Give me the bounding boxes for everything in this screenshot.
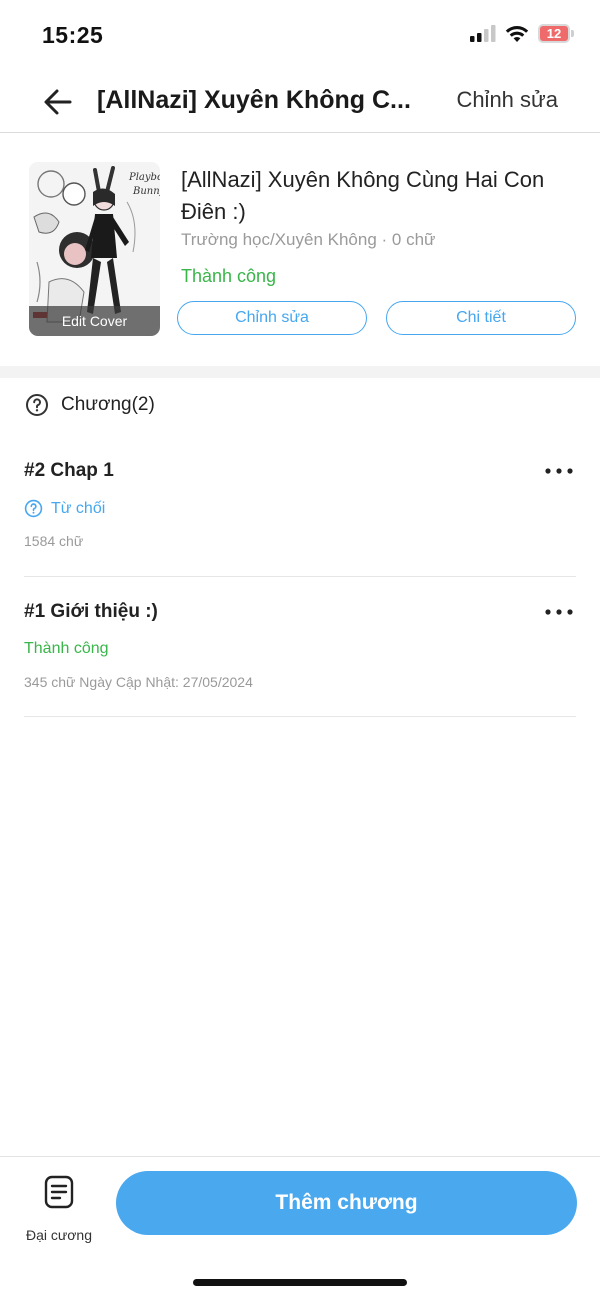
chapter-status: Thành công bbox=[24, 640, 109, 657]
outline-document-icon bbox=[44, 1175, 74, 1209]
question-circle-icon[interactable] bbox=[25, 393, 49, 417]
more-options-icon[interactable] bbox=[542, 599, 576, 625]
nav-title: [AllNazi] Xuyên Không C... bbox=[97, 86, 411, 114]
chapter-status-row: Từ chối bbox=[24, 499, 105, 518]
chapters-header: Chương(2) bbox=[25, 393, 155, 417]
battery-icon: 12 bbox=[538, 24, 574, 43]
section-divider bbox=[0, 366, 600, 378]
cover-handwriting-1: Playboy bbox=[128, 172, 160, 183]
status-time: 15:25 bbox=[42, 22, 104, 48]
chapter-meta: 1584 chữ bbox=[24, 533, 84, 549]
nav-bar: [AllNazi] Xuyên Không C... Chỉnh sửa bbox=[0, 70, 600, 133]
story-status: Thành công bbox=[181, 266, 277, 286]
edit-story-button[interactable]: Chỉnh sửa bbox=[177, 301, 367, 335]
story-meta: Trường học/Xuyên Không · 0 chữ bbox=[181, 230, 436, 249]
chapter-title: #2 Chap 1 bbox=[24, 460, 114, 481]
status-icons: 12 bbox=[470, 24, 574, 43]
back-arrow-icon[interactable] bbox=[40, 84, 76, 120]
chapter-status-row: Thành công bbox=[24, 640, 109, 658]
more-options-icon[interactable] bbox=[542, 458, 576, 484]
chapter-item[interactable]: #1 Giới thiệu :) Thành công 345 chữ Ngày… bbox=[24, 601, 576, 717]
chapter-item[interactable]: #2 Chap 1 Từ chối 1584 chữ bbox=[24, 460, 576, 577]
chapter-status: Từ chối bbox=[51, 499, 106, 517]
outline-label: Đại cương bbox=[25, 1227, 93, 1243]
story-detail-button[interactable]: Chi tiết bbox=[386, 301, 576, 335]
battery-level: 12 bbox=[546, 26, 562, 41]
chapter-meta: 345 chữ Ngày Cập Nhật: 27/05/2024 bbox=[24, 674, 253, 690]
nav-edit-button[interactable]: Chỉnh sửa bbox=[456, 87, 558, 113]
question-circle-icon bbox=[24, 499, 43, 518]
bottom-bar: Đại cương Thêm chương bbox=[0, 1156, 600, 1299]
home-indicator[interactable] bbox=[193, 1279, 407, 1286]
edit-cover-label[interactable]: Edit Cover bbox=[29, 306, 160, 336]
add-chapter-button[interactable]: Thêm chương bbox=[116, 1171, 577, 1235]
chapter-title: #1 Giới thiệu :) bbox=[24, 601, 158, 622]
wifi-icon bbox=[505, 25, 529, 42]
status-bar: 15:25 12 bbox=[0, 0, 600, 70]
cover-handwriting-2: Bunny bbox=[132, 186, 160, 197]
story-header: Playboy Bunny Edit Cover [AllNazi] Xuyên… bbox=[0, 134, 600, 366]
story-title: [AllNazi] Xuyên Không Cùng Hai Con Điên … bbox=[181, 167, 545, 224]
story-cover[interactable]: Playboy Bunny Edit Cover bbox=[29, 162, 160, 336]
outline-button[interactable]: Đại cương bbox=[18, 1171, 100, 1243]
cellular-signal-icon bbox=[470, 25, 496, 42]
chapters-count-label: Chương(2) bbox=[61, 394, 155, 415]
